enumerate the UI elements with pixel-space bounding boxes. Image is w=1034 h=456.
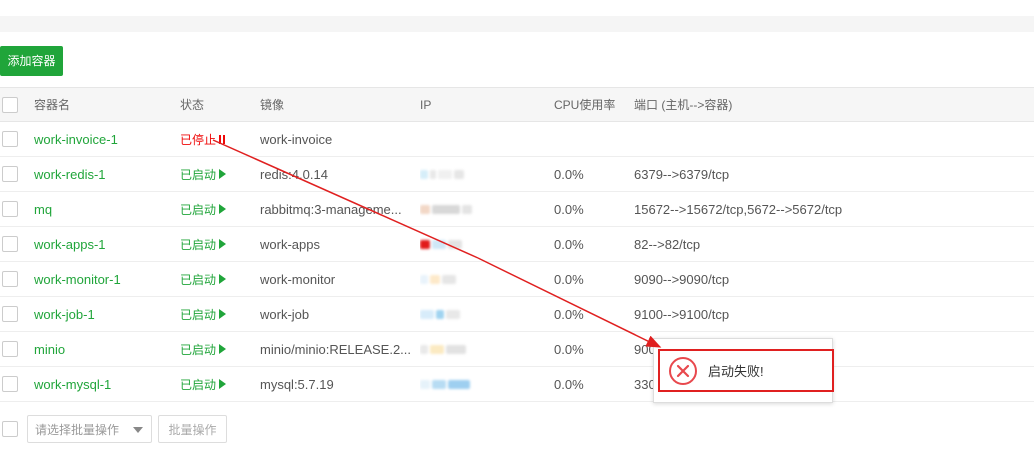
status-text: 已启动 xyxy=(180,167,217,182)
row-checkbox[interactable] xyxy=(2,166,18,182)
row-checkbox[interactable] xyxy=(2,236,18,252)
image-name: work-monitor xyxy=(260,271,336,287)
status-text: 已停止 xyxy=(180,132,217,147)
chevron-down-icon xyxy=(133,427,143,433)
play-icon xyxy=(219,239,227,249)
table-row: work-monitor-1 已启动 work-monitor 0.0% 909… xyxy=(0,262,1034,297)
row-checkbox[interactable] xyxy=(2,131,18,147)
header-image: 镜像 xyxy=(260,98,285,112)
table-row: work-mysql-1 已启动 mysql:5.7.19 0.0% 330 xyxy=(0,367,1034,402)
port-mapping: 6379-->6379/tcp xyxy=(634,166,730,182)
footer-select-checkbox[interactable] xyxy=(2,421,18,437)
table-row: work-invoice-1 已停止 work-invoice xyxy=(0,122,1034,157)
header-cpu: CPU使用率 xyxy=(554,98,616,112)
container-name-link[interactable]: work-invoice-1 xyxy=(34,132,118,147)
row-checkbox[interactable] xyxy=(2,201,18,217)
cpu-usage: 0.0% xyxy=(554,166,584,182)
cpu-usage: 0.0% xyxy=(554,236,584,252)
error-toast: 启动失败! xyxy=(653,338,834,403)
port-mapping: 15672-->15672/tcp,5672-->5672/tcp xyxy=(634,201,843,217)
container-name-link[interactable]: work-mysql-1 xyxy=(34,377,111,392)
row-checkbox[interactable] xyxy=(2,271,18,287)
header-ip: IP xyxy=(420,97,432,112)
image-name: work-apps xyxy=(260,236,320,252)
cpu-usage: 0.0% xyxy=(554,201,584,217)
container-name-link[interactable]: mq xyxy=(34,202,52,217)
status-toggle[interactable]: 已启动 xyxy=(180,166,227,183)
row-checkbox[interactable] xyxy=(2,376,18,392)
container-name-link[interactable]: work-job-1 xyxy=(34,307,95,322)
top-bar xyxy=(0,0,1034,16)
add-container-button[interactable]: 添加容器 xyxy=(0,46,63,76)
ip-redacted xyxy=(420,239,462,249)
table-row: mq 已启动 rabbitmq:3-manageme... 0.0% 15672… xyxy=(0,192,1034,227)
image-name: mysql:5.7.19 xyxy=(260,376,334,392)
play-icon xyxy=(219,169,227,179)
batch-select-placeholder: 请选择批量操作 xyxy=(35,422,120,437)
container-name-link[interactable]: work-monitor-1 xyxy=(34,272,121,287)
header-ports: 端口 (主机-->容器) xyxy=(634,98,733,112)
row-checkbox[interactable] xyxy=(2,341,18,357)
status-toggle[interactable]: 已启动 xyxy=(180,306,227,323)
container-name-link[interactable]: work-redis-1 xyxy=(34,167,106,182)
pause-icon xyxy=(219,134,226,144)
select-all-checkbox[interactable] xyxy=(2,96,18,113)
ip-redacted xyxy=(420,204,472,214)
cpu-usage: 0.0% xyxy=(554,271,584,287)
table-row: work-job-1 已启动 work-job 0.0% 9100-->9100… xyxy=(0,297,1034,332)
status-text: 已启动 xyxy=(180,237,217,252)
ip-redacted xyxy=(420,169,464,179)
status-toggle[interactable]: 已启动 xyxy=(180,341,227,358)
container-table: 容器名 状态 镜像 IP CPU使用率 端口 (主机-->容器) work-in… xyxy=(0,87,1034,402)
status-text: 已启动 xyxy=(180,307,217,322)
image-name: work-invoice xyxy=(260,131,333,147)
table-footer: 请选择批量操作 批量操作 xyxy=(0,415,1034,445)
table-header: 容器名 状态 镜像 IP CPU使用率 端口 (主机-->容器) xyxy=(0,87,1034,122)
status-toggle[interactable]: 已启动 xyxy=(180,376,227,393)
status-toggle[interactable]: 已启动 xyxy=(180,201,227,218)
status-toggle[interactable]: 已启动 xyxy=(180,236,227,253)
header-strip xyxy=(0,16,1034,32)
cpu-usage: 0.0% xyxy=(554,341,584,357)
toast-message: 启动失败! xyxy=(708,364,764,379)
batch-action-button[interactable]: 批量操作 xyxy=(158,415,227,443)
status-text: 已启动 xyxy=(180,202,217,217)
play-icon xyxy=(219,379,227,389)
status-text: 已启动 xyxy=(180,377,217,392)
image-name: minio/minio:RELEASE.2... xyxy=(260,341,410,357)
status-toggle[interactable]: 已停止 xyxy=(180,131,226,148)
table-body: work-invoice-1 已停止 work-invoice work-red… xyxy=(0,122,1034,402)
container-name-link[interactable]: minio xyxy=(34,342,65,357)
play-icon xyxy=(219,274,227,284)
header-status: 状态 xyxy=(180,98,205,112)
cpu-usage: 0.0% xyxy=(554,306,584,322)
error-circle-icon xyxy=(669,356,697,385)
batch-action-select[interactable]: 请选择批量操作 xyxy=(27,415,152,443)
status-toggle[interactable]: 已启动 xyxy=(180,271,227,288)
cpu-usage: 0.0% xyxy=(554,376,584,392)
table-row: work-redis-1 已启动 redis:4.0.14 0.0% 6379-… xyxy=(0,157,1034,192)
image-name: rabbitmq:3-manageme... xyxy=(260,201,402,217)
ip-redacted xyxy=(420,344,466,354)
image-name: work-job xyxy=(260,306,310,322)
table-row: minio 已启动 minio/minio:RELEASE.2... 0.0% … xyxy=(0,332,1034,367)
port-mapping: 82-->82/tcp xyxy=(634,236,701,252)
port-mapping: 9090-->9090/tcp xyxy=(634,271,730,287)
ip-redacted xyxy=(420,379,470,389)
play-icon xyxy=(219,309,227,319)
image-name: redis:4.0.14 xyxy=(260,166,328,182)
row-checkbox[interactable] xyxy=(2,306,18,322)
ip-redacted xyxy=(420,309,460,319)
table-row: work-apps-1 已启动 work-apps 0.0% 82-->82/t… xyxy=(0,227,1034,262)
status-text: 已启动 xyxy=(180,342,217,357)
status-text: 已启动 xyxy=(180,272,217,287)
ip-redacted xyxy=(420,274,456,284)
play-icon xyxy=(219,344,227,354)
port-mapping: 9100-->9100/tcp xyxy=(634,306,730,322)
toast-highlight: 启动失败! xyxy=(658,349,834,392)
header-name: 容器名 xyxy=(34,98,71,112)
play-icon xyxy=(219,204,227,214)
container-name-link[interactable]: work-apps-1 xyxy=(34,237,106,252)
